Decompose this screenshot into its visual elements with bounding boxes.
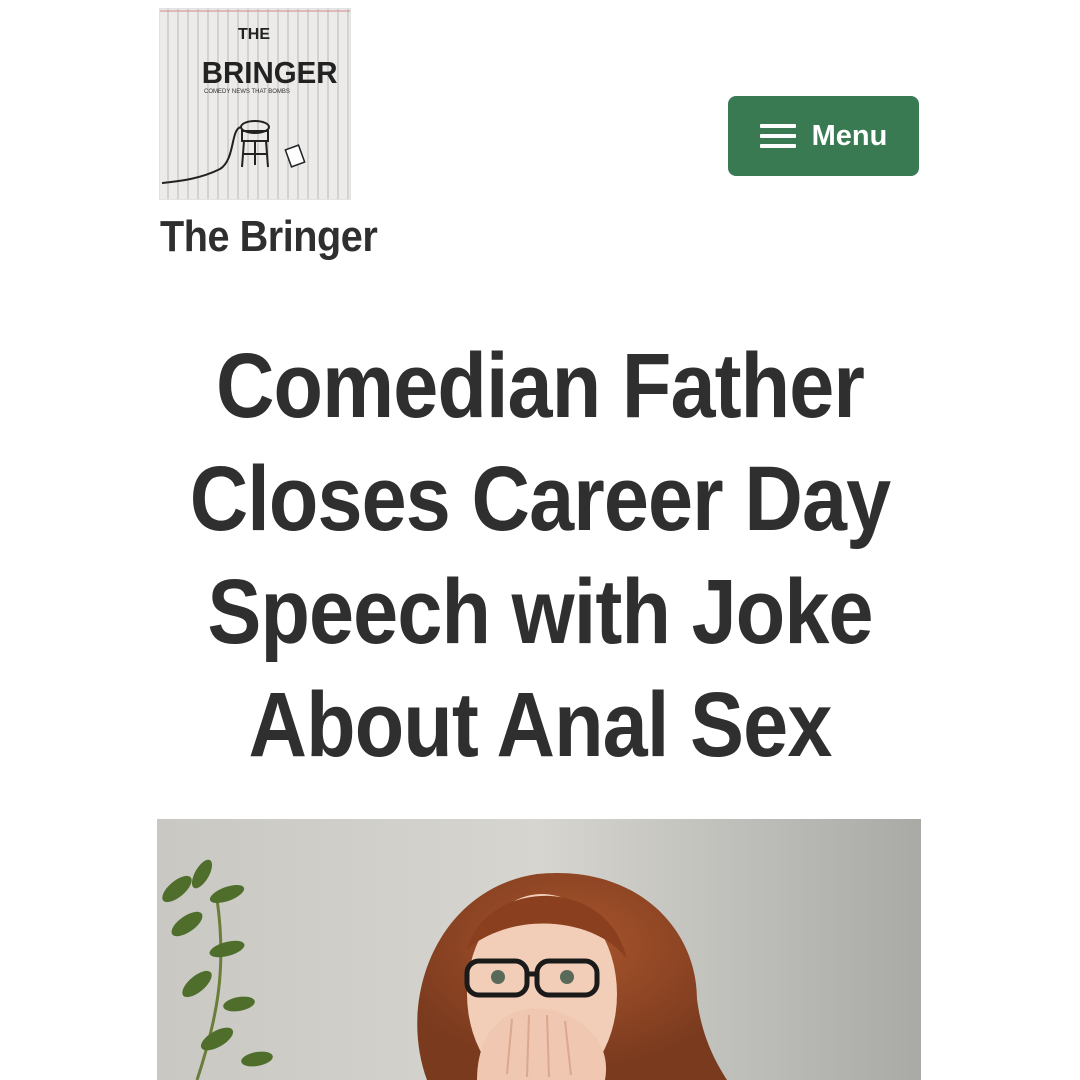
featured-image: [157, 819, 921, 1080]
page: THE BRINGER COMEDY NEWS THAT BOMBS The B…: [0, 0, 1080, 1080]
logo-illustration: THE BRINGER COMEDY NEWS THAT BOMBS: [160, 9, 350, 199]
article-headline: Comedian Father Closes Career Day Speech…: [189, 335, 891, 776]
menu-button[interactable]: Menu: [728, 96, 919, 176]
menu-label: Menu: [811, 119, 888, 152]
logo-tagline: COMEDY NEWS THAT BOMBS: [204, 89, 290, 95]
logo-title-small: THE: [238, 26, 270, 43]
logo-title-big: BRINGER: [202, 56, 338, 90]
site-title[interactable]: The Bringer: [160, 212, 378, 262]
site-logo[interactable]: THE BRINGER COMEDY NEWS THAT BOMBS: [159, 8, 351, 200]
hamburger-icon: [759, 124, 796, 148]
featured-photo: [157, 819, 921, 1080]
